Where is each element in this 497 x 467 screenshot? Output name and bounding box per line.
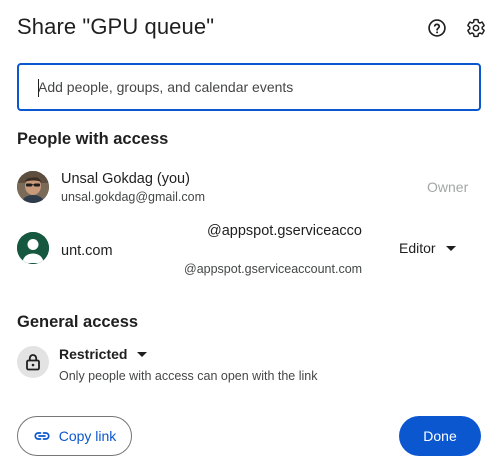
done-button[interactable]: Done [399,416,481,456]
add-people-input[interactable] [19,65,479,109]
general-access-level: Restricted [59,346,128,362]
copy-link-label: Copy link [58,428,117,444]
general-access-dropdown[interactable]: Restricted [59,346,148,362]
person-name-part1: @appspot.gserviceacco [207,223,362,239]
owner-role-label: Owner [427,179,469,195]
person-icon [17,232,49,264]
caret-down-icon [445,245,456,251]
role-dropdown[interactable]: Editor [399,240,456,256]
general-access-heading: General access [17,313,139,331]
general-access-description: Only people with access can open with th… [59,369,318,383]
role-dropdown-label: Editor [399,240,436,256]
person-email: @appspot.gserviceaccount.com [184,262,363,276]
copy-link-button[interactable]: Copy link [17,416,132,456]
dialog-title: Share "GPU queue" [17,14,215,39]
lock-icon [17,346,49,378]
avatar [17,171,49,203]
caret-down-icon [137,351,148,357]
person-email: unsal.gokdag@gmail.com [61,190,206,204]
text-caret [38,79,39,97]
gear-icon[interactable] [463,15,489,41]
add-people-field[interactable] [17,63,481,111]
link-icon [34,432,50,440]
person-name-part2: unt.com [61,243,113,259]
people-with-access-heading: People with access [17,130,169,148]
person-name: Unsal Gokdag (you) [61,171,190,187]
help-circle-icon[interactable] [424,15,450,41]
